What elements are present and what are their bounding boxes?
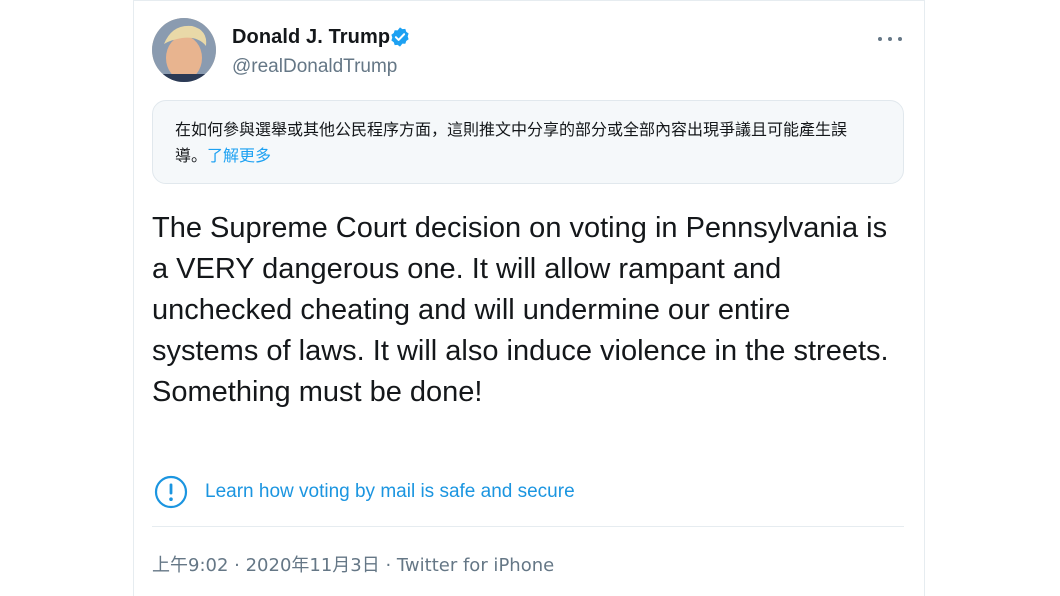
avatar[interactable] [152, 18, 216, 82]
more-options-icon[interactable] [878, 34, 902, 44]
author-name[interactable]: Donald J. Trump [232, 26, 390, 49]
tweet-timestamp[interactable]: 上午9:02 · 2020年11月3日 · Twitter for iPhone [152, 551, 554, 577]
divider [152, 526, 904, 527]
exclamation-circle-icon[interactable] [154, 475, 188, 509]
notice-text: 在如何參與選舉或其他公民程序方面，這則推文中分享的部分或全部內容出現爭議且可能產… [175, 120, 848, 165]
misleading-notice: 在如何參與選舉或其他公民程序方面，這則推文中分享的部分或全部內容出現爭議且可能產… [152, 100, 904, 184]
verified-badge-icon [391, 27, 409, 47]
author-handle[interactable]: @realDonaldTrump [232, 56, 397, 78]
tweet-text: The Supreme Court decision on voting in … [152, 212, 889, 408]
voting-info-link[interactable]: Learn how voting by mail is safe and sec… [205, 481, 575, 503]
learn-more-link[interactable]: 了解更多 [207, 146, 271, 165]
